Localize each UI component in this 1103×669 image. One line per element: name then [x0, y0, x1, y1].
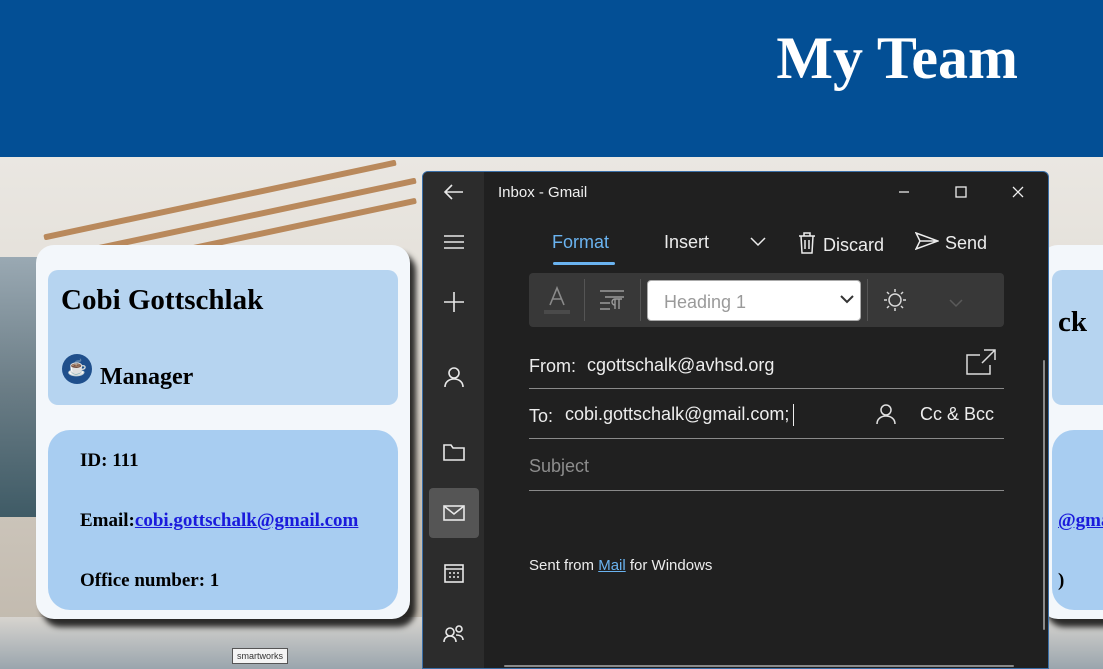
maximize-icon[interactable]	[938, 176, 984, 208]
coffee-cup-icon: ☕	[62, 354, 92, 384]
menu-icon[interactable]	[429, 217, 479, 267]
send-icon	[914, 231, 941, 255]
profile-card-header: Cobi Gottschlak ☕ Manager	[48, 270, 398, 405]
send-label: Send	[945, 233, 988, 253]
folders-icon[interactable]	[429, 427, 479, 477]
more-tabs-chevron-icon[interactable]	[750, 237, 766, 247]
to-value: cobi.gottschalk@gmail.com;	[565, 404, 795, 427]
employee-role: Manager	[100, 364, 194, 390]
style-select-value: Heading 1	[664, 292, 747, 312]
horizontal-scrollbar[interactable]	[504, 665, 1014, 667]
trash-icon	[797, 232, 817, 259]
format-ribbon: Heading 1	[529, 273, 1004, 327]
to-label: To:	[529, 406, 554, 426]
window-title: Inbox - Gmail	[498, 184, 588, 201]
accounts-icon[interactable]	[429, 352, 479, 402]
profile-card-right: ck @gmai )	[1040, 245, 1103, 619]
discard-button[interactable]: Discard	[797, 232, 884, 259]
settings-chevron-icon[interactable]	[949, 295, 963, 313]
editor-settings-icon[interactable]	[883, 288, 907, 317]
message-signature[interactable]: Sent from Mail for Windows	[529, 557, 712, 574]
email-label: Email:	[80, 510, 135, 531]
people-icon[interactable]	[429, 608, 479, 658]
pop-out-icon[interactable]	[966, 349, 996, 380]
back-icon[interactable]	[429, 172, 479, 217]
from-label: From:	[529, 356, 576, 376]
tab-format[interactable]: Format	[552, 232, 609, 253]
email-link[interactable]: cobi.gottschalk@gmail.com	[135, 510, 359, 531]
office-fragment: )	[1058, 570, 1065, 591]
calendar-icon[interactable]	[429, 548, 479, 598]
mail-compose-window: Inbox - Gmail Format Insert Discard Send…	[422, 171, 1049, 669]
paragraph-format-icon[interactable]	[599, 289, 625, 316]
from-field[interactable]: From: cgottschalk@avhsd.org	[529, 339, 1004, 389]
minimize-icon[interactable]	[881, 176, 927, 208]
employee-id: ID: 111	[80, 450, 139, 471]
employee-email-row: Email:cobi.gottschalk@gmail.com	[80, 510, 358, 532]
close-icon[interactable]	[995, 176, 1041, 208]
compose-toolbar: Format Insert Discard Send	[484, 227, 1048, 267]
to-recipient: cobi.gottschalk@gmail.com;	[565, 404, 790, 424]
profile-card-details: ID: 111 Email:cobi.gottschalk@gmail.com …	[48, 430, 398, 610]
mail-app-link[interactable]: Mail	[598, 557, 626, 574]
mail-nav-rail	[423, 172, 484, 668]
email-link-fragment[interactable]: @gmai	[1058, 510, 1103, 531]
signature-suffix: for Windows	[625, 557, 713, 574]
employee-name-fragment: ck	[1058, 306, 1087, 338]
contact-picker-icon[interactable]	[876, 403, 896, 430]
from-value: cgottschalk@avhsd.org	[587, 355, 775, 375]
brand-sign: smartworks	[232, 648, 289, 664]
subject-placeholder: Subject	[529, 456, 590, 476]
signature-prefix: Sent from	[529, 557, 599, 574]
mail-icon[interactable]	[429, 488, 479, 538]
mail-title-bar: Inbox - Gmail	[484, 172, 1048, 214]
subject-input[interactable]: Subject	[529, 441, 1004, 491]
tab-format-indicator	[553, 262, 615, 265]
send-button[interactable]: Send	[914, 231, 988, 255]
employee-name: Cobi Gottschlak	[61, 284, 264, 316]
font-color-icon[interactable]	[543, 285, 571, 315]
tab-insert[interactable]: Insert	[664, 232, 709, 253]
discard-label: Discard	[823, 235, 885, 255]
site-header: My Team	[0, 0, 1103, 157]
office-number: Office number: 1	[80, 570, 220, 591]
to-field[interactable]: To: cobi.gottschalk@gmail.com; Cc & Bcc	[529, 389, 1004, 439]
profile-card: Cobi Gottschlak ☕ Manager ID: 111 Email:…	[36, 245, 410, 619]
vertical-scrollbar[interactable]	[1043, 360, 1045, 630]
page-title: My Team	[776, 25, 1018, 91]
chevron-down-icon	[840, 295, 854, 304]
paragraph-style-select[interactable]: Heading 1	[647, 280, 861, 321]
new-mail-icon[interactable]	[429, 277, 479, 327]
cc-bcc-button[interactable]: Cc & Bcc	[920, 404, 994, 425]
